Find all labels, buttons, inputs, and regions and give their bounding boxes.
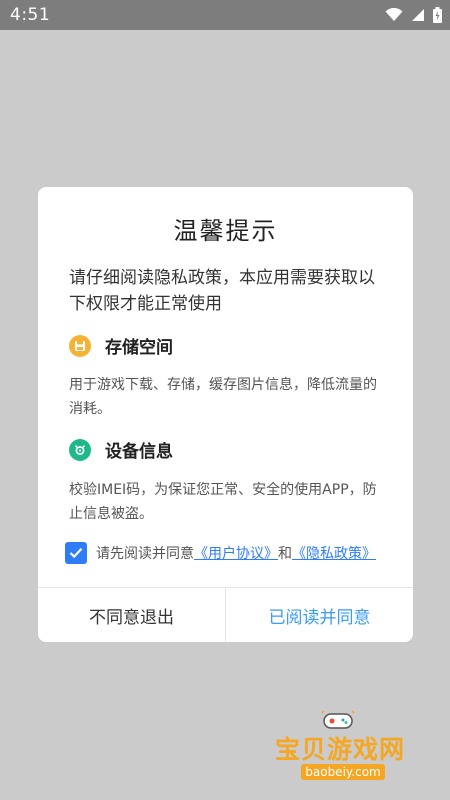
reject-exit-button[interactable]: 不同意退出 — [38, 588, 226, 642]
dialog-title: 温馨提示 — [173, 217, 278, 245]
battery-icon — [433, 7, 442, 23]
watermark-text: 宝贝游戏网 — [275, 735, 406, 764]
accept-button[interactable]: 已阅读并同意 — [226, 588, 413, 642]
agree-checkbox[interactable] — [65, 542, 87, 564]
device-info-icon — [69, 438, 91, 461]
storage-icon — [69, 334, 91, 357]
status-icons — [385, 7, 442, 23]
permission-title: 设备信息 — [105, 442, 173, 462]
watermark-url: baobeiy.com — [301, 764, 385, 780]
signal-icon — [411, 8, 425, 22]
privacy-dialog: 温馨提示 请仔细阅读隐私政策，本应用需要获取以下权限才能正常使用 存储空间 用于… — [38, 187, 413, 642]
status-time: 4:51 — [10, 5, 51, 25]
agreement-conjunction: 和 — [278, 546, 292, 562]
agreement-row: 请先阅读并同意 《用户协议》 和 《隐私政策》 — [65, 542, 376, 564]
watermark-logo: 宝贝游戏网 baobeiy.com — [275, 710, 425, 790]
permission-device-info: 设备信息 — [69, 437, 173, 462]
user-agreement-link[interactable]: 《用户协议》 — [194, 543, 278, 563]
permission-description: 用于游戏下载、存储，缓存图片信息，降低流量的消耗。 — [69, 377, 377, 417]
agreement-prefix: 请先阅读并同意 — [96, 546, 194, 562]
status-bar: 4:51 — [0, 0, 450, 30]
privacy-policy-link[interactable]: 《隐私政策》 — [292, 543, 376, 563]
wifi-icon — [385, 8, 403, 22]
permission-description: 校验IMEI码，为保证您正常、安全的使用APP，防止信息被盗。 — [69, 482, 377, 522]
permission-title: 存储空间 — [105, 338, 173, 358]
permission-storage: 存储空间 — [69, 333, 173, 358]
dialog-intro: 请仔细阅读隐私政策，本应用需要获取以下权限才能正常使用 — [69, 268, 375, 314]
dialog-button-bar: 不同意退出 已阅读并同意 — [38, 587, 413, 642]
